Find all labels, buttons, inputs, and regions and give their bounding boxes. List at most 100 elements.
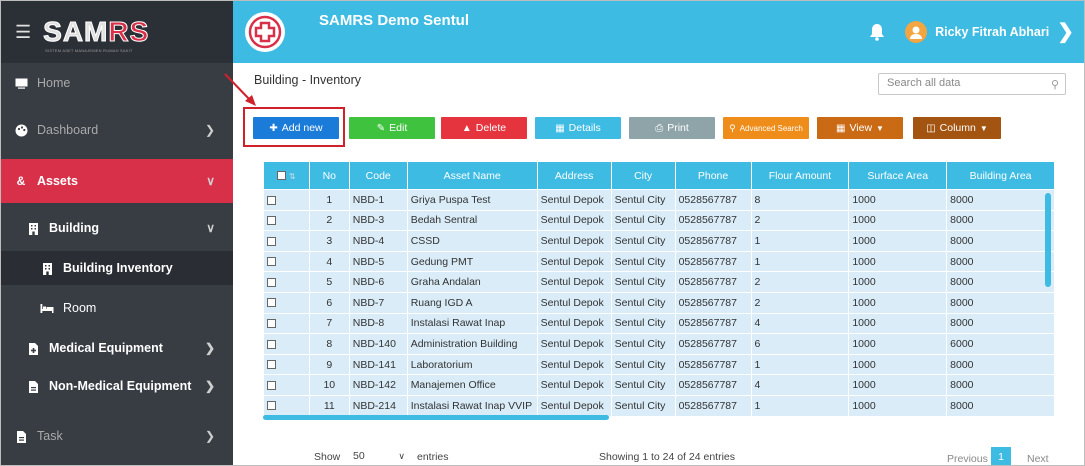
- caret-down-icon: ▼: [876, 123, 884, 133]
- table-row[interactable]: 8 NBD-140 Administration Building Sentul De…: [263, 333, 1055, 355]
- table-cell: 8000: [946, 394, 1055, 417]
- table-cell: 8000: [946, 230, 1055, 252]
- table-row[interactable]: 7 NBD-8 Instalasi Rawat Inap Sentul Depok Se…: [263, 312, 1055, 335]
- sidebar-item-label: Dashboard: [37, 123, 99, 137]
- row-checkbox[interactable]: [263, 353, 310, 376]
- table-cell: 11: [308, 394, 350, 417]
- sidebar-item-home[interactable]: Home: [1, 69, 233, 97]
- column-header-phone[interactable]: Phone: [674, 161, 752, 190]
- table-cell: 2: [750, 291, 850, 314]
- row-checkbox[interactable]: [263, 291, 310, 314]
- vertical-scrollbar[interactable]: [1045, 193, 1051, 287]
- table-cell: 0528567787: [674, 291, 752, 314]
- sidebar-item-label: Medical Equipment: [49, 341, 163, 355]
- table-cell: 8000: [946, 189, 1055, 211]
- table-cell: 10: [308, 374, 350, 396]
- brand-subtitle: SISTEM ASET MANAJEMEN RUMAH SAKIT: [45, 48, 133, 53]
- header-user-area: Ricky Fitrah Abhari ❯: [869, 21, 1074, 43]
- bell-icon[interactable]: [869, 23, 885, 41]
- previous-page-button[interactable]: Previous: [947, 453, 988, 465]
- column-header-code[interactable]: Code: [348, 161, 408, 190]
- advanced-search-button[interactable]: ⚲ Advanced Search: [723, 117, 809, 139]
- table-cell: 8000: [946, 374, 1055, 396]
- page-1-button[interactable]: 1: [991, 447, 1011, 465]
- next-page-button[interactable]: Next: [1027, 453, 1049, 465]
- table-row[interactable]: 9 NBD-141 Laboratorium Sentul Depok Sentul C…: [263, 353, 1055, 376]
- row-checkbox[interactable]: [263, 333, 310, 355]
- sidebar-item-room[interactable]: Room: [1, 291, 233, 325]
- table-cell: 1000: [848, 333, 948, 355]
- sidebar-item-building-inventory[interactable]: Building Inventory: [1, 251, 233, 285]
- avatar[interactable]: [905, 21, 928, 43]
- delete-button[interactable]: ▲ Delete: [441, 117, 527, 139]
- sidebar-item-building[interactable]: Building ∨: [1, 211, 233, 245]
- table-row[interactable]: 4 NBD-5 Gedung PMT Sentul Depok Sentul City 0…: [263, 250, 1055, 273]
- search-icon: ⚲: [729, 122, 736, 133]
- table-row[interactable]: 2 NBD-3 Bedah Sentral Sentul Depok Sentul Ci…: [263, 209, 1055, 232]
- table-cell: 1000: [848, 250, 948, 273]
- edit-button[interactable]: ✎ Edit: [349, 117, 435, 139]
- sidebar-item-non-medical-equipment[interactable]: Non-Medical Equipment ❯: [1, 369, 233, 403]
- row-checkbox[interactable]: [263, 394, 310, 417]
- sidebar-item-label: Building Inventory: [63, 261, 173, 275]
- chevron-right-icon[interactable]: ❯: [1057, 22, 1074, 42]
- brand-logo: SAMRS SISTEM ASET MANAJEMEN RUMAH SAKIT: [43, 16, 150, 54]
- table-cell: Sentul City: [610, 333, 676, 355]
- file-icon: [13, 429, 29, 443]
- search-input[interactable]: Search all data ⚲: [878, 73, 1066, 95]
- details-button[interactable]: ▦ Details: [535, 117, 621, 139]
- table-row[interactable]: 3 NBD-4 CSSD Sentul Depok Sentul City 0528567…: [263, 230, 1055, 252]
- row-checkbox[interactable]: [263, 250, 310, 273]
- table-cell: NBD-141: [348, 353, 408, 376]
- column-header-city[interactable]: City: [610, 161, 676, 190]
- sidebar-item-dashboard[interactable]: Dashboard ❯: [1, 113, 233, 147]
- print-button[interactable]: ⎙ Print: [629, 117, 715, 139]
- table-cell: Sentul Depok: [536, 353, 612, 376]
- table-cell: 0528567787: [674, 189, 752, 211]
- column-header-surface-area[interactable]: Surface Area: [848, 161, 948, 190]
- select-all-checkbox[interactable]: ⇅: [263, 161, 310, 190]
- entries-select[interactable]: 50 ∨: [345, 447, 411, 465]
- user-name[interactable]: Ricky Fitrah Abhari: [935, 25, 1049, 39]
- table-cell: Griya Puspa Test: [406, 189, 538, 211]
- header: SAMRS Demo Sentul Ricky Fitrah Abhari ❯: [233, 1, 1084, 63]
- table-row[interactable]: 1 NBD-1 Griya Puspa Test Sentul Depok Sentul…: [263, 189, 1055, 211]
- view-dropdown-button[interactable]: ▦ View ▼: [817, 117, 903, 139]
- table-cell: 7: [308, 312, 350, 335]
- sidebar: Home Dashboard ❯ & Assets ∨ Building ∨ B…: [1, 63, 233, 465]
- edit-label: Edit: [389, 122, 408, 134]
- row-checkbox[interactable]: [263, 189, 310, 211]
- table-cell: NBD-142: [348, 374, 408, 396]
- table-cell: Sentul City: [610, 312, 676, 335]
- table-cell: 1000: [848, 291, 948, 314]
- column-dropdown-button[interactable]: ◫ Column ▼: [913, 117, 1001, 139]
- horizontal-scrollbar[interactable]: [263, 415, 609, 420]
- row-checkbox[interactable]: [263, 271, 310, 293]
- edit-icon: ✎: [376, 122, 386, 134]
- row-checkbox[interactable]: [263, 209, 310, 232]
- entries-value: 50: [353, 450, 365, 462]
- menu-icon[interactable]: ☰: [15, 23, 31, 41]
- column-header-flour-amount[interactable]: Flour Amount: [750, 161, 850, 190]
- table-cell: 1: [750, 394, 850, 417]
- table-row[interactable]: 5 NBD-6 Graha Andalan Sentul Depok Sentul Ci…: [263, 271, 1055, 293]
- brand-name-b: RS: [108, 16, 150, 48]
- table-row[interactable]: 11 NBD-214 Instalasi Rawat Inap VVIP Sentul…: [263, 394, 1055, 417]
- sidebar-item-task[interactable]: Task ❯: [1, 419, 233, 453]
- column-header-no[interactable]: No: [308, 161, 350, 190]
- column-header-asset-name[interactable]: Asset Name: [406, 161, 538, 190]
- row-checkbox[interactable]: [263, 374, 310, 396]
- column-header-building-area[interactable]: Building Area: [946, 161, 1055, 190]
- row-checkbox[interactable]: [263, 312, 310, 335]
- chevron-down-icon: ∨: [206, 174, 215, 188]
- table-row[interactable]: 6 NBD-7 Ruang IGD A Sentul Depok Sentul City…: [263, 291, 1055, 314]
- table-cell: 1: [750, 230, 850, 252]
- row-checkbox[interactable]: [263, 230, 310, 252]
- sidebar-item-medical-equipment[interactable]: Medical Equipment ❯: [1, 331, 233, 365]
- sidebar-item-assets[interactable]: & Assets ∨: [1, 159, 233, 203]
- column-header-address[interactable]: Address: [536, 161, 612, 190]
- inventory-table: ⇅ No Code Asset Name Address City Phone …: [263, 161, 1055, 419]
- table-cell: 0528567787: [674, 374, 752, 396]
- table-cell: CSSD: [406, 230, 538, 252]
- table-row[interactable]: 10 NBD-142 Manajemen Office Sentul Depok Sen…: [263, 374, 1055, 396]
